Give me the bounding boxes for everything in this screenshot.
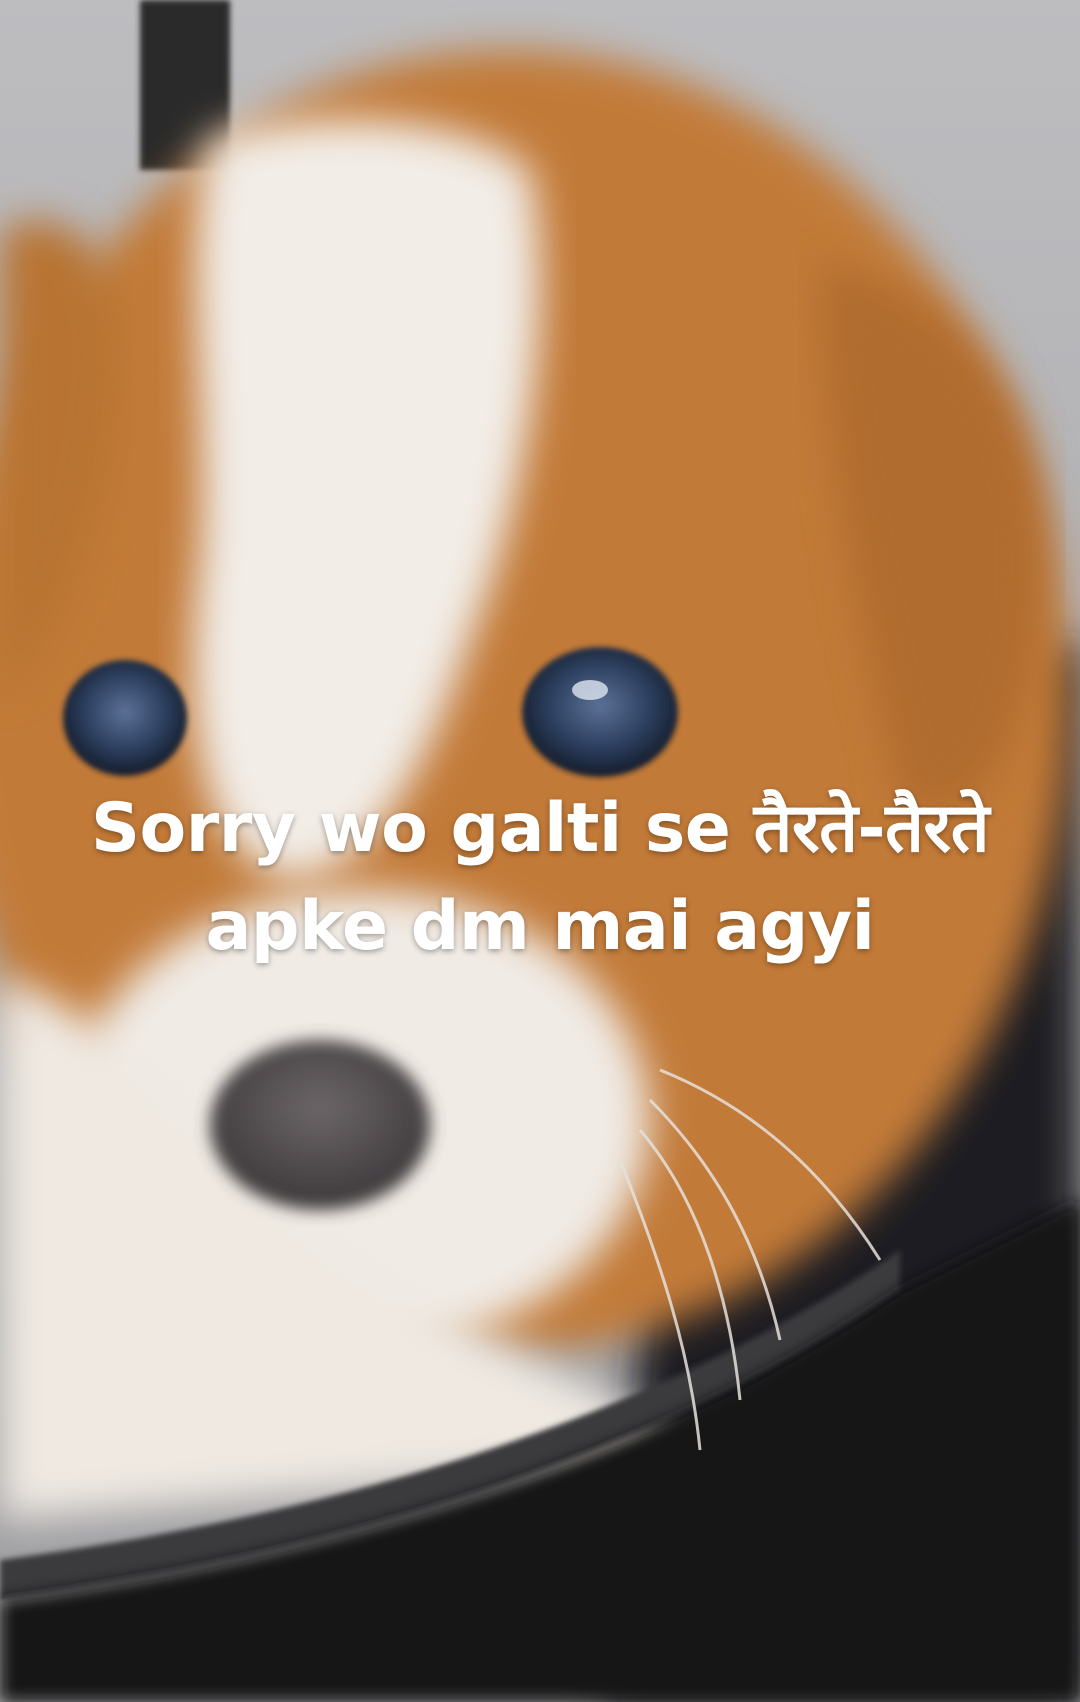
story-caption: Sorry wo galti se तैरते-तैरते apke dm ma… <box>0 780 1080 976</box>
story-viewer: Sorry wo galti se तैरते-तैरते apke dm ma… <box>0 0 1080 1702</box>
left-eye <box>63 660 187 776</box>
caption-line-2: apke dm mai agyi <box>205 887 875 966</box>
eye-highlight <box>572 680 608 700</box>
nose <box>210 1040 430 1210</box>
caption-line-1: Sorry wo galti se तैरते-तैरते <box>91 789 990 868</box>
right-eye <box>522 647 678 777</box>
